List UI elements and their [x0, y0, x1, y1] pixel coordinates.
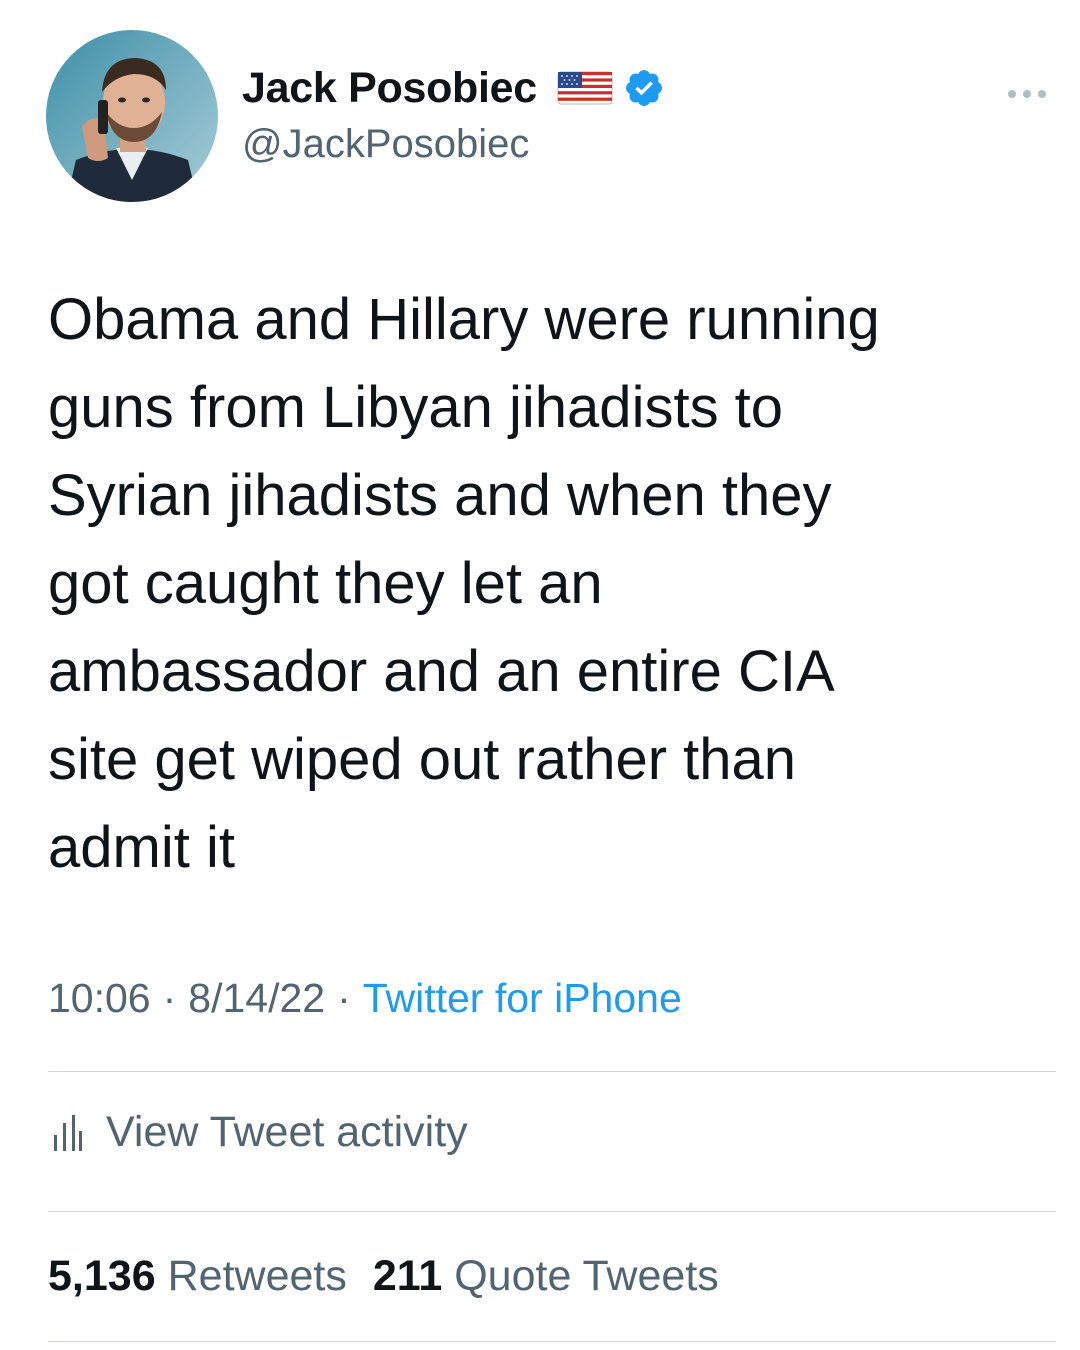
- view-tweet-activity-label: View Tweet activity: [106, 1108, 468, 1156]
- tweet-source-link[interactable]: Twitter for iPhone: [363, 975, 682, 1021]
- name-row: Jack Posobiec: [242, 60, 842, 116]
- retweets-label: Retweets: [167, 1252, 347, 1300]
- divider: [48, 1211, 1056, 1212]
- avatar[interactable]: [46, 30, 218, 202]
- quote-tweets-stat[interactable]: 211 Quote Tweets: [373, 1252, 719, 1300]
- retweets-stat[interactable]: 5,136 Retweets: [48, 1252, 347, 1300]
- more-options-icon[interactable]: [1004, 84, 1050, 104]
- tweet-time[interactable]: 10:06: [48, 975, 151, 1021]
- us-flag-icon: [557, 68, 613, 108]
- display-name[interactable]: Jack Posobiec: [242, 64, 537, 113]
- author-handle[interactable]: @JackPosobiec: [242, 122, 842, 167]
- retweets-count: 5,136: [48, 1252, 156, 1300]
- quote-tweets-label: Quote Tweets: [454, 1252, 719, 1300]
- tweet-card: Jack Posobiec @JackPosobiec Obama and Hi…: [0, 0, 1080, 1350]
- tweet-text: Obama and Hillary were running guns from…: [48, 287, 880, 880]
- tweet-date[interactable]: 8/14/22: [188, 975, 325, 1021]
- view-tweet-activity-button[interactable]: View Tweet activity: [48, 1108, 468, 1157]
- tweet-stats: 5,136 Retweets 211 Quote Tweets: [48, 1252, 719, 1301]
- divider: [48, 1071, 1056, 1072]
- divider: [48, 1341, 1056, 1342]
- quote-tweets-count: 211: [372, 1252, 443, 1300]
- tweet-header: Jack Posobiec @JackPosobiec: [46, 30, 1056, 202]
- meta-separator: ·: [162, 975, 177, 1021]
- meta-separator: ·: [337, 975, 351, 1021]
- verified-badge-icon: [623, 67, 665, 109]
- author-info: Jack Posobiec @JackPosobiec: [242, 60, 842, 167]
- tweet-meta: 10:06 · 8/14/22 · Twitter for iPhone: [48, 975, 682, 1022]
- bar-chart-icon: [52, 1111, 84, 1155]
